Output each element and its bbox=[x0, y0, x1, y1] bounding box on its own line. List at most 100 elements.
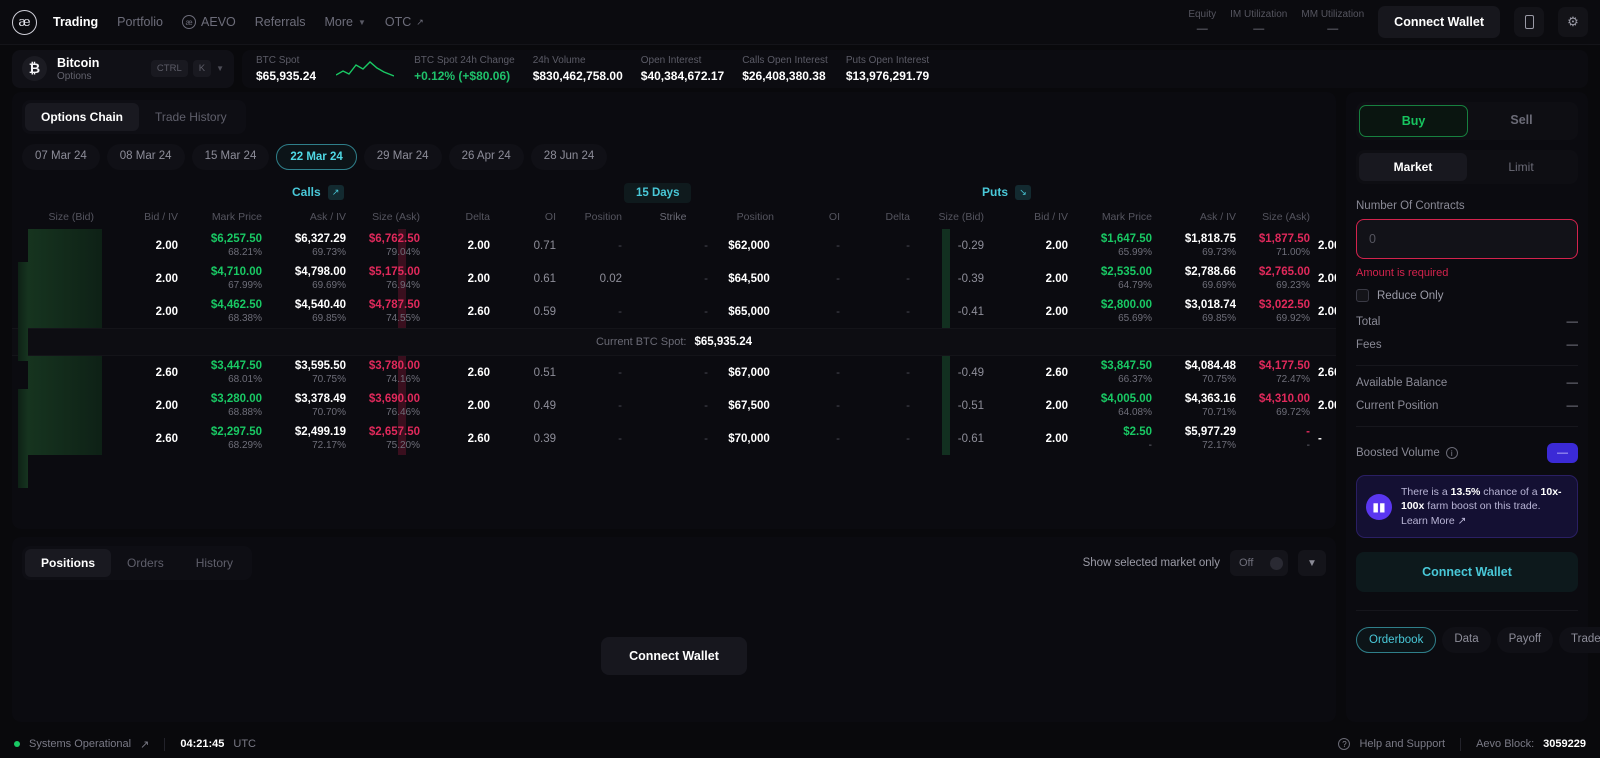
put-size-ask: 2.00 bbox=[1318, 239, 1336, 252]
available-balance-value: — bbox=[1566, 377, 1579, 389]
expiry-08-mar-24[interactable]: 08 Mar 24 bbox=[106, 144, 185, 170]
arrow-up-right-icon[interactable]: ↗ bbox=[327, 184, 344, 200]
footer-bar: Systems Operational ↗ 04:21:45 UTC ? Hel… bbox=[0, 730, 1600, 758]
info-icon[interactable]: i bbox=[1445, 447, 1458, 459]
show-selected-market-toggle[interactable]: Off bbox=[1230, 550, 1288, 576]
nav-label: AEVO bbox=[201, 15, 236, 29]
table-row[interactable]: 2.60 $2,297.50 68.29% $2,499.19 72.17% $2,… bbox=[12, 422, 1336, 488]
expiry-29-mar-24[interactable]: 29 Mar 24 bbox=[363, 144, 442, 170]
puts-header[interactable]: Puts ↘ bbox=[982, 184, 1032, 200]
put-oi: - bbox=[906, 239, 910, 252]
call-depth-bar bbox=[28, 389, 102, 422]
tab-payoff[interactable]: Payoff bbox=[1496, 627, 1554, 654]
expiry-26-apr-24[interactable]: 26 Apr 24 bbox=[448, 144, 524, 170]
external-link-icon[interactable]: ↗ bbox=[140, 738, 149, 751]
chain-tabs: Options Chain Trade History bbox=[22, 100, 246, 134]
chevron-down-icon[interactable]: ▼ bbox=[216, 64, 224, 73]
strike-price: $65,000 bbox=[728, 305, 770, 318]
open-interest-label: Open Interest bbox=[640, 54, 702, 66]
header-call-bid-iv: Bid / IV bbox=[144, 211, 178, 223]
mobile-phone-icon[interactable] bbox=[1514, 7, 1544, 37]
table-row[interactable]: 2.00 $3,280.00 68.88% $3,378.49 70.70% $3,… bbox=[12, 389, 1336, 455]
puts-open-interest-stat: Puts Open Interest $13,976,291.79 bbox=[846, 55, 947, 83]
tab-limit[interactable]: Limit bbox=[1467, 153, 1575, 181]
call-oi: - bbox=[618, 399, 622, 412]
aevo-logo-icon[interactable]: æ bbox=[12, 9, 37, 35]
question-circle-icon[interactable]: ? bbox=[1338, 738, 1351, 750]
put-oi: - bbox=[906, 305, 910, 318]
help-and-support-link[interactable]: Help and Support bbox=[1359, 738, 1445, 750]
system-status-label[interactable]: Systems Operational bbox=[29, 738, 131, 750]
calls-open-interest-value: $26,408,380.38 bbox=[742, 68, 826, 83]
boost-text-1: There is a bbox=[1401, 486, 1451, 498]
expiry-07-mar-24[interactable]: 07 Mar 24 bbox=[22, 144, 100, 170]
tab-market[interactable]: Market bbox=[1359, 153, 1467, 181]
call-ask-iv: $3,780.00 74.16% bbox=[368, 359, 420, 385]
call-position: - bbox=[704, 399, 708, 412]
put-oi: - bbox=[906, 432, 910, 445]
current-position-value: — bbox=[1566, 400, 1579, 412]
tab-orderbook[interactable]: Orderbook bbox=[1356, 627, 1437, 654]
table-row[interactable]: 2.00 $4,710.00 67.99% $4,798.00 69.69% $5,… bbox=[12, 262, 1336, 328]
boost-chance: 13.5% bbox=[1450, 486, 1481, 498]
top-navigation-bar: æ Trading Portfolio æ AEVO Referrals More… bbox=[0, 0, 1600, 45]
aevo-block-value: 3059229 bbox=[1543, 738, 1586, 750]
nav-item-portfolio[interactable]: Portfolio bbox=[117, 15, 163, 29]
table-row[interactable]: 2.00 $6,257.50 68.21% $6,327.29 69.73% $6,… bbox=[12, 229, 1336, 295]
call-bid-iv: $2,297.50 68.29% bbox=[210, 425, 262, 451]
tab-positions[interactable]: Positions bbox=[25, 549, 112, 577]
positions-tabs: Positions Orders History bbox=[22, 546, 253, 580]
aevo-block-label: Aevo Block: bbox=[1476, 738, 1535, 750]
connect-wallet-button-header[interactable]: Connect Wallet bbox=[1378, 6, 1500, 38]
put-depth-bar bbox=[18, 262, 28, 295]
equity-stat: Equity — bbox=[1188, 9, 1216, 35]
nav-item-otc[interactable]: OTC ↗ bbox=[385, 15, 424, 29]
external-link-icon[interactable]: ↗ bbox=[1458, 515, 1467, 527]
nav-item-trading[interactable]: Trading bbox=[53, 15, 98, 29]
tab-sell[interactable]: Sell bbox=[1468, 105, 1575, 137]
calls-header[interactable]: Calls ↗ bbox=[292, 184, 344, 200]
header-call-size-bid: Size (Bid) bbox=[48, 211, 94, 223]
asset-selector[interactable]: ₿ Bitcoin Options CTRL K ▼ bbox=[12, 49, 234, 88]
header-call-delta: Delta bbox=[465, 211, 490, 223]
expiry-15-mar-24[interactable]: 15 Mar 24 bbox=[191, 144, 270, 170]
trade-panel: Buy Sell Market Limit Number Of Contract… bbox=[1346, 92, 1600, 722]
nav-item-more[interactable]: More ▼ bbox=[324, 15, 365, 29]
call-bid-iv: $4,710.00 67.99% bbox=[210, 265, 262, 291]
call-bid-iv: $3,447.50 68.01% bbox=[210, 359, 262, 385]
number-of-contracts-input[interactable] bbox=[1356, 219, 1578, 259]
total-row: Total — bbox=[1356, 316, 1578, 328]
expiry-28-jun-24[interactable]: 28 Jun 24 bbox=[530, 144, 608, 170]
tab-history[interactable]: History bbox=[180, 549, 249, 577]
tab-buy[interactable]: Buy bbox=[1359, 105, 1468, 137]
order-type-tabs: Market Limit bbox=[1356, 150, 1578, 184]
arrow-down-right-icon[interactable]: ↘ bbox=[1015, 184, 1032, 200]
expiry-22-mar-24[interactable]: 22 Mar 24 bbox=[276, 144, 357, 170]
tab-orders[interactable]: Orders bbox=[111, 549, 180, 577]
tab-trades[interactable]: Trades bbox=[1559, 627, 1600, 654]
toggle-knob bbox=[1270, 556, 1283, 570]
put-size-ask: - bbox=[1318, 432, 1322, 445]
chevron-down-icon[interactable]: ▼ bbox=[1298, 550, 1326, 576]
tab-options-chain[interactable]: Options Chain bbox=[25, 103, 139, 131]
call-ask-iv: $4,787.50 74.55% bbox=[368, 298, 420, 324]
reduce-only-checkbox[interactable]: Reduce Only bbox=[1356, 289, 1578, 302]
nav-item-referrals[interactable]: Referrals bbox=[255, 15, 306, 29]
current-position-row: Current Position — bbox=[1356, 400, 1578, 412]
farm-boost-banner[interactable]: ▮▮ There is a 13.5% chance of a 10x-100x… bbox=[1356, 475, 1578, 539]
btc-spot-value: $65,935.24 bbox=[256, 68, 317, 83]
connect-wallet-button-positions[interactable]: Connect Wallet bbox=[601, 636, 747, 675]
utc-time: 04:21:45 bbox=[180, 738, 225, 750]
table-row[interactable]: 2.00 $4,462.50 68.38% $4,540.40 69.85% $4,… bbox=[12, 295, 1336, 361]
tab-trade-history[interactable]: Trade History bbox=[139, 103, 243, 131]
table-row[interactable]: 2.60 $3,447.50 68.01% $3,595.50 70.75% $3,… bbox=[12, 356, 1336, 422]
call-depth-bar bbox=[28, 262, 102, 295]
call-mark-price: $3,378.49 70.70% bbox=[294, 392, 346, 418]
connect-wallet-button-trade[interactable]: Connect Wallet bbox=[1356, 552, 1578, 593]
call-ask-iv: $5,175.00 76.94% bbox=[368, 265, 420, 291]
left-column: Options Chain Trade History 07 Mar 24 08… bbox=[12, 92, 1336, 730]
tab-data[interactable]: Data bbox=[1442, 627, 1491, 654]
nav-item-aevo[interactable]: æ AEVO bbox=[182, 15, 236, 29]
gear-icon[interactable]: ⚙ bbox=[1558, 7, 1588, 37]
volume-24h-value: $830,462,758.00 bbox=[532, 68, 623, 83]
